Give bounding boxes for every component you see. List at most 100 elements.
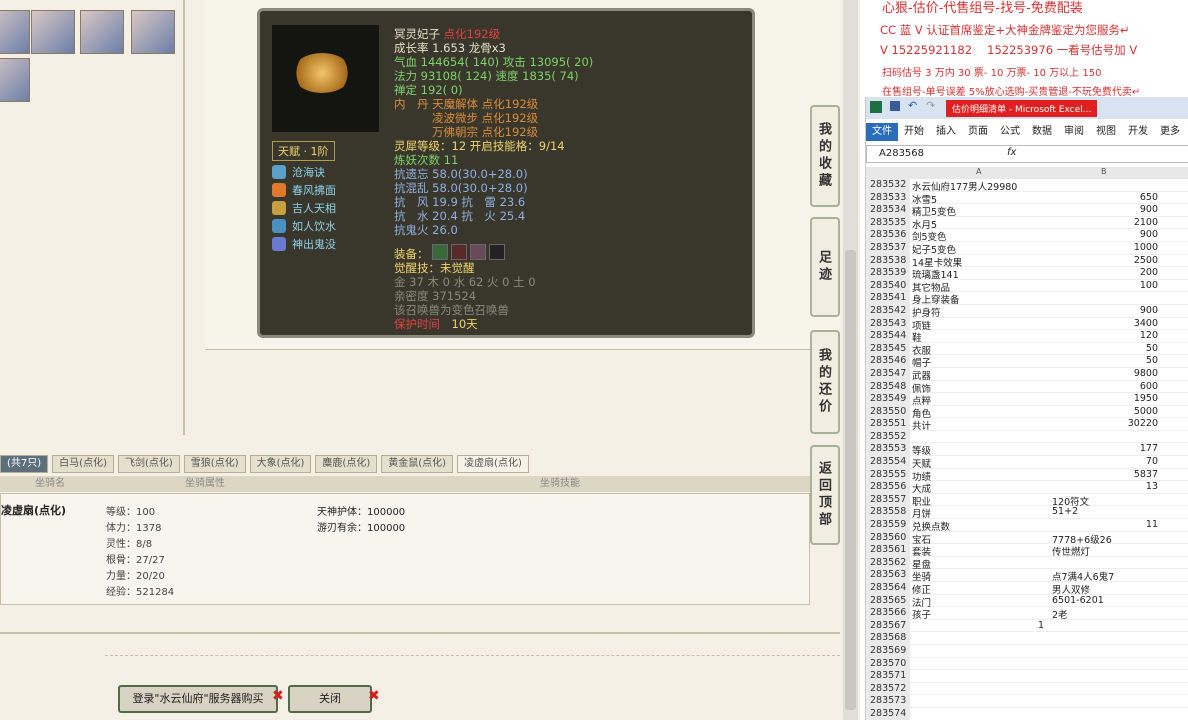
avatar[interactable] <box>31 10 75 54</box>
cell-b[interactable]: 30220 <box>1048 418 1158 429</box>
tab-formula[interactable]: 公式 <box>994 123 1026 141</box>
my-bargain-button[interactable]: 我的还价 <box>810 330 840 434</box>
table-row[interactable]: 283566 孩子 2老 <box>866 607 1188 621</box>
table-row[interactable]: 283570 <box>866 657 1188 671</box>
row-number[interactable]: 283572 <box>866 682 910 696</box>
table-row[interactable]: 283564 修正 男人双修 <box>866 582 1188 596</box>
table-row[interactable]: 283572 <box>866 682 1188 696</box>
tab-review[interactable]: 审阅 <box>1058 123 1090 141</box>
cell-b[interactable]: 100 <box>1048 280 1158 291</box>
cell-b[interactable]: 1 <box>1038 620 1044 631</box>
cell-b[interactable]: 50 <box>1048 343 1158 354</box>
table-row[interactable]: 283555 功绩 5837 <box>866 468 1188 483</box>
pet-skill[interactable]: 春风拂面 <box>272 182 336 198</box>
row-number[interactable]: 283559 <box>866 519 910 532</box>
cell-b[interactable]: 51+2 <box>1052 506 1078 517</box>
table-row[interactable]: 283561 套装 传世燃灯 <box>866 544 1188 558</box>
pet-skill[interactable]: 沧海诀 <box>272 164 325 180</box>
row-number[interactable]: 283537 <box>866 241 910 255</box>
tab-page[interactable]: 页面 <box>962 123 994 141</box>
table-row[interactable]: 283532 水云仙府177男人29980 <box>866 179 1188 193</box>
col-b-header[interactable]: B <box>1101 167 1107 176</box>
row-number[interactable]: 283573 <box>866 695 910 708</box>
row-number[interactable]: 283543 <box>866 317 910 331</box>
row-number[interactable]: 283566 <box>866 607 910 620</box>
cell-b[interactable]: 1000 <box>1048 242 1158 253</box>
table-row[interactable]: 283549 点粹 1950 <box>866 393 1188 407</box>
cell-b[interactable]: 6501-6201 <box>1052 595 1104 606</box>
table-row[interactable]: 283558 月饼 51+2 <box>866 506 1188 520</box>
cell-b[interactable]: 120 <box>1048 330 1158 341</box>
row-number[interactable]: 283549 <box>866 393 910 406</box>
row-number[interactable]: 283533 <box>866 191 910 205</box>
tab-file[interactable]: 文件 <box>866 123 898 141</box>
row-number[interactable]: 283556 <box>866 481 910 494</box>
row-number[interactable]: 283567 <box>866 619 910 633</box>
table-row[interactable]: 283541 身上穿装备 <box>866 292 1188 306</box>
row-number[interactable]: 283555 <box>866 468 910 482</box>
cell-b[interactable]: 13 <box>1048 481 1158 492</box>
table-row[interactable]: 283559 兑换点数 11 <box>866 519 1188 533</box>
login-buy-button[interactable]: 登录"水云仙府"服务器购买 <box>118 685 278 713</box>
scrollbar[interactable] <box>843 0 858 720</box>
row-number[interactable]: 283534 <box>866 204 910 217</box>
cell-b[interactable]: 50 <box>1048 355 1158 366</box>
fx-icon[interactable]: fx <box>1007 147 1016 158</box>
table-row[interactable]: 283540 其它物品 100 <box>866 279 1188 294</box>
row-number[interactable]: 283554 <box>866 456 910 469</box>
row-number[interactable]: 283548 <box>866 380 910 394</box>
redo-icon[interactable]: ↷ <box>926 99 935 112</box>
table-row[interactable]: 283535 水月5 2100 <box>866 216 1188 231</box>
table-row[interactable]: 283548 佩饰 600 <box>866 380 1188 395</box>
col-a-header[interactable]: A <box>976 167 981 176</box>
row-number[interactable]: 283542 <box>866 304 910 318</box>
row-number[interactable]: 283550 <box>866 405 910 419</box>
cell-b[interactable]: 5000 <box>1048 406 1158 417</box>
cell-b[interactable]: 900 <box>1048 204 1158 215</box>
tab-mount[interactable]: 麋鹿(点化) <box>315 455 378 473</box>
row-number[interactable]: 283569 <box>866 644 910 658</box>
row-number[interactable]: 283535 <box>866 216 910 230</box>
equip-slot-icon[interactable] <box>432 244 448 260</box>
avatar[interactable] <box>0 58 30 102</box>
table-row[interactable]: 283569 <box>866 644 1188 658</box>
row-number[interactable]: 283544 <box>866 330 910 343</box>
table-row[interactable]: 283552 <box>866 430 1188 444</box>
pet-skill[interactable]: 神出鬼没 <box>272 236 336 252</box>
pet-skill[interactable]: 如人饮水 <box>272 218 336 234</box>
tab-mount-active[interactable]: 凌虚扇(点化) <box>457 455 529 473</box>
pet-skill[interactable]: 吉人天相 <box>272 200 336 216</box>
save-icon[interactable] <box>890 101 900 111</box>
close-icon[interactable]: ✖ <box>272 688 284 704</box>
name-box[interactable]: A283568 <box>879 148 924 159</box>
tab-mount[interactable]: 黄金鼠(点化) <box>381 455 454 473</box>
row-number[interactable]: 283571 <box>866 670 910 683</box>
table-row[interactable]: 283542 护身符 900 <box>866 304 1188 319</box>
tab-mount[interactable]: 飞剑(点化) <box>117 455 180 473</box>
table-row[interactable]: 283573 <box>866 695 1188 708</box>
cell-b[interactable]: 2100 <box>1048 217 1158 228</box>
table-row[interactable]: 283554 天赋 70 <box>866 456 1188 470</box>
cell-b[interactable]: 3400 <box>1048 318 1158 329</box>
row-number[interactable]: 283545 <box>866 342 910 356</box>
avatar[interactable] <box>80 10 124 54</box>
equip-slot-icon[interactable] <box>470 244 486 260</box>
row-number[interactable]: 283563 <box>866 569 910 582</box>
row-number[interactable]: 283539 <box>866 267 910 280</box>
cell-b[interactable]: 1950 <box>1048 393 1158 404</box>
table-row[interactable]: 283553 等级 177 <box>866 443 1188 457</box>
table-row[interactable]: 283557 职业 120符文 <box>866 493 1188 508</box>
avatar[interactable] <box>0 10 30 54</box>
cell-b[interactable]: 900 <box>1048 305 1158 316</box>
table-row[interactable]: 283537 妃子5变色 1000 <box>866 241 1188 256</box>
table-row[interactable]: 283563 坐骑 点7满4人6鬼7 <box>866 569 1188 583</box>
cell-b[interactable]: 5837 <box>1048 469 1158 480</box>
table-row[interactable]: 283556 大成 13 <box>866 481 1188 495</box>
undo-icon[interactable]: ↶ <box>908 99 917 112</box>
row-number[interactable]: 283551 <box>866 418 910 431</box>
table-row[interactable]: 283547 武器 9800 <box>866 367 1188 382</box>
table-row[interactable]: 283538 14星卡效果 2500 <box>866 254 1188 269</box>
tab-insert[interactable]: 插入 <box>930 123 962 141</box>
tab-home[interactable]: 开始 <box>898 123 930 141</box>
row-number[interactable]: 283540 <box>866 279 910 293</box>
